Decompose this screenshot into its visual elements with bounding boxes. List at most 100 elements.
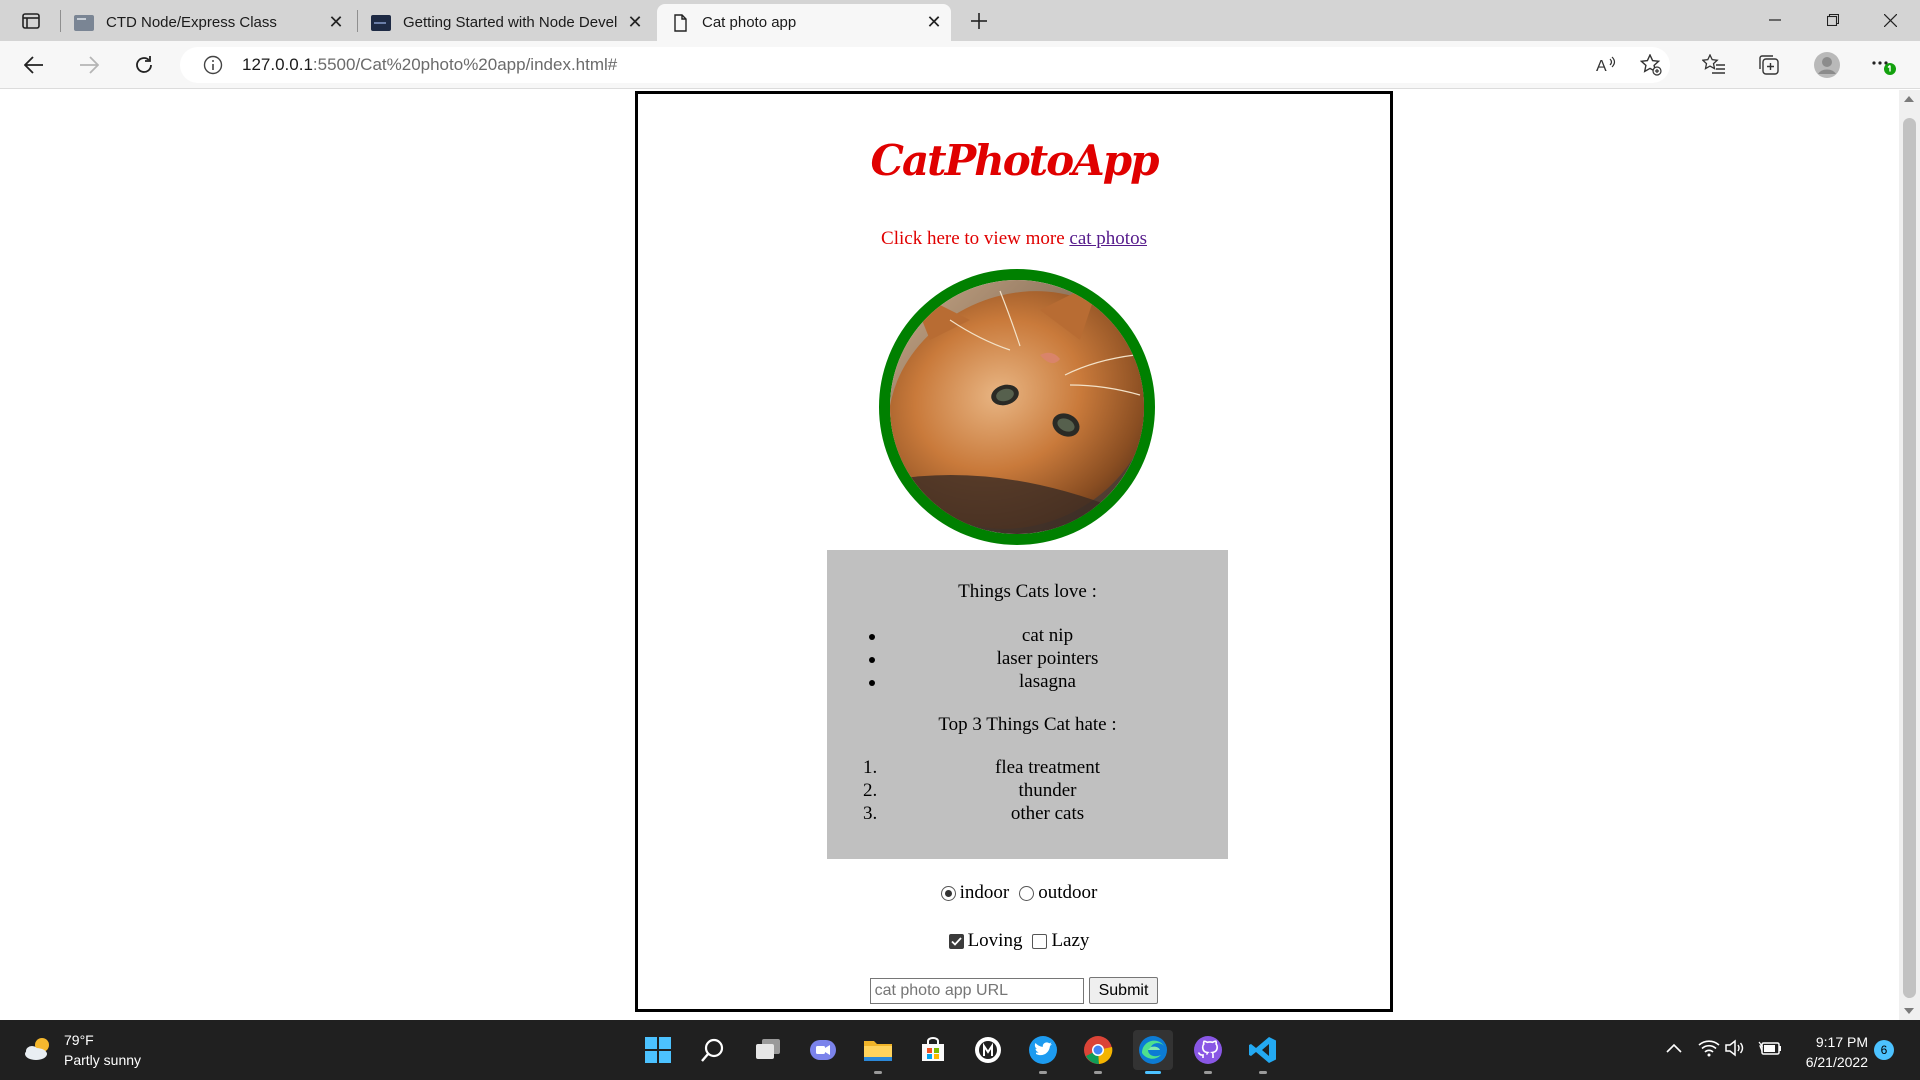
close-tab-icon[interactable]: ✕: [917, 6, 951, 40]
address-bar[interactable]: 127.0.0.1:5500/Cat%20photo%20app/index.h…: [180, 47, 1670, 83]
love-item-text: lasagna: [1019, 671, 1076, 692]
teams-chat-icon[interactable]: [803, 1030, 843, 1070]
refresh-icon[interactable]: [126, 47, 162, 83]
tab-ctd-node-express[interactable]: CTD Node/Express Class ✕: [61, 4, 353, 41]
new-tab-icon[interactable]: [962, 5, 996, 37]
start-icon[interactable]: [638, 1030, 678, 1070]
collections-icon[interactable]: [1751, 47, 1787, 83]
forward-icon[interactable]: [71, 47, 107, 83]
love-item-text: cat nip: [1021, 625, 1074, 646]
more-photos-text: Click here to view more: [881, 228, 1070, 249]
twitter-icon[interactable]: [1023, 1030, 1063, 1074]
partly-sunny-icon: [22, 1035, 54, 1066]
tab-title: Getting Started with Node Devel: [403, 14, 618, 31]
page-thumbnail-icon: [371, 14, 391, 32]
more-photos-line: Click here to view more cat photos: [638, 228, 1390, 250]
radio-outdoor-label: outdoor: [1038, 882, 1098, 903]
site-info-icon[interactable]: [202, 54, 224, 76]
read-aloud-icon[interactable]: A: [1589, 47, 1625, 83]
cat-photo[interactable]: [879, 269, 1155, 545]
love-heading: Things Cats love :: [958, 581, 1097, 602]
weather-condition: Partly sunny: [64, 1052, 142, 1068]
taskbar: 79°F Partly sunny 9:17 PM 6/21/2022 6: [0, 1020, 1920, 1080]
tab-getting-started-node[interactable]: Getting Started with Node Devel ✕: [358, 4, 652, 41]
running-indicator: [1039, 1071, 1047, 1074]
checkbox-lazy[interactable]: [1032, 933, 1048, 949]
tab-strip: CTD Node/Express Class ✕ Getting Started…: [0, 0, 1920, 41]
submit-button[interactable]: Submit: [1088, 977, 1159, 1004]
minimize-icon[interactable]: [1745, 0, 1805, 40]
more-icon[interactable]: [1866, 47, 1902, 83]
battery-icon[interactable]: [1758, 1036, 1782, 1060]
scroll-up-icon[interactable]: [1904, 96, 1914, 102]
page-thumbnail-icon: [74, 14, 94, 32]
search-icon[interactable]: [693, 1030, 733, 1070]
list-item: 2. thunder: [827, 780, 1228, 803]
list-item: cat nip: [827, 625, 1228, 648]
list-item: 3. other cats: [827, 803, 1228, 826]
github-desktop-icon[interactable]: [1188, 1030, 1228, 1074]
wifi-icon[interactable]: [1697, 1036, 1721, 1060]
clock-time: 9:17 PM: [1815, 1034, 1868, 1050]
cat-photo-app-page: CatPhotoApp Click here to view more cat …: [635, 91, 1393, 1012]
radio-outdoor[interactable]: [1019, 885, 1035, 901]
edge-icon[interactable]: [1133, 1030, 1173, 1074]
store-icon[interactable]: [913, 1030, 953, 1070]
weather-widget[interactable]: 79°F Partly sunny: [22, 1030, 141, 1070]
restore-icon[interactable]: [1803, 0, 1863, 40]
checkbox-loving-label: Loving: [967, 930, 1023, 951]
close-tab-icon[interactable]: ✕: [319, 6, 353, 40]
love-item-text: laser pointers: [996, 648, 1099, 669]
running-indicator: [1259, 1071, 1267, 1074]
document-icon: [670, 13, 690, 32]
volume-icon[interactable]: [1723, 1036, 1747, 1060]
page-scrollbar[interactable]: [1899, 90, 1920, 1020]
file-explorer-icon[interactable]: [858, 1030, 898, 1074]
hate-heading: Top 3 Things Cat hate :: [938, 714, 1117, 735]
tab-title: Cat photo app: [702, 14, 797, 31]
close-tab-icon[interactable]: ✕: [618, 6, 652, 40]
running-indicator: [1204, 1071, 1212, 1074]
scroll-down-icon[interactable]: [1904, 1008, 1914, 1014]
checkbox-loving[interactable]: [948, 933, 964, 949]
favorites-icon[interactable]: [1696, 47, 1732, 83]
location-radio-group: indoor outdoor: [638, 882, 1390, 904]
page-title: CatPhotoApp: [870, 136, 1160, 185]
cat-lists-panel: Things Cats love : cat nip laser pointer…: [827, 550, 1228, 859]
running-indicator: [874, 1071, 882, 1074]
scrollbar-thumb[interactable]: [1903, 118, 1916, 998]
hate-item-text: thunder: [1018, 780, 1077, 801]
back-icon[interactable]: [16, 47, 52, 83]
vscode-icon[interactable]: [1243, 1030, 1283, 1074]
show-hidden-icons-icon[interactable]: [1662, 1036, 1686, 1060]
personality-checkbox-group: Loving Lazy: [638, 930, 1390, 952]
radio-indoor[interactable]: [940, 885, 956, 901]
cat-photos-link[interactable]: cat photos: [1069, 228, 1147, 249]
clock-date: 6/21/2022: [1805, 1054, 1868, 1070]
hate-item-text: flea treatment: [995, 757, 1100, 778]
url-host: 127.0.0.1: [242, 55, 313, 74]
checkbox-lazy-label: Lazy: [1051, 930, 1090, 951]
system-clock[interactable]: 9:17 PM 6/21/2022: [1790, 1032, 1868, 1072]
notification-badge[interactable]: 6: [1874, 1040, 1894, 1060]
task-view-icon[interactable]: [748, 1030, 788, 1070]
active-indicator: [1145, 1071, 1161, 1074]
page-viewport: CatPhotoApp Click here to view more cat …: [0, 90, 1899, 1020]
radio-indoor-label: indoor: [959, 882, 1010, 903]
url-path: :5500/Cat%20photo%20app/index.html#: [312, 55, 618, 74]
weather-temperature: 79°F: [64, 1032, 94, 1048]
profile-icon[interactable]: [1809, 47, 1845, 83]
list-item: 1. flea treatment: [827, 757, 1228, 780]
url-text: 127.0.0.1:5500/Cat%20photo%20app/index.h…: [242, 55, 617, 75]
list-item: laser pointers: [827, 648, 1228, 671]
photo-url-form: Submit: [638, 977, 1390, 1004]
tab-title: CTD Node/Express Class: [106, 14, 277, 31]
add-favorite-icon[interactable]: [1633, 47, 1669, 83]
cat-photo-url-input[interactable]: [869, 977, 1084, 1004]
workspaces-icon[interactable]: [18, 10, 44, 32]
chrome-icon[interactable]: [1078, 1030, 1118, 1074]
close-window-icon[interactable]: [1860, 0, 1920, 40]
tab-cat-photo-app[interactable]: Cat photo app ✕: [657, 4, 951, 41]
browser-toolbar: 127.0.0.1:5500/Cat%20photo%20app/index.h…: [0, 41, 1920, 89]
app-icon[interactable]: [968, 1030, 1008, 1070]
